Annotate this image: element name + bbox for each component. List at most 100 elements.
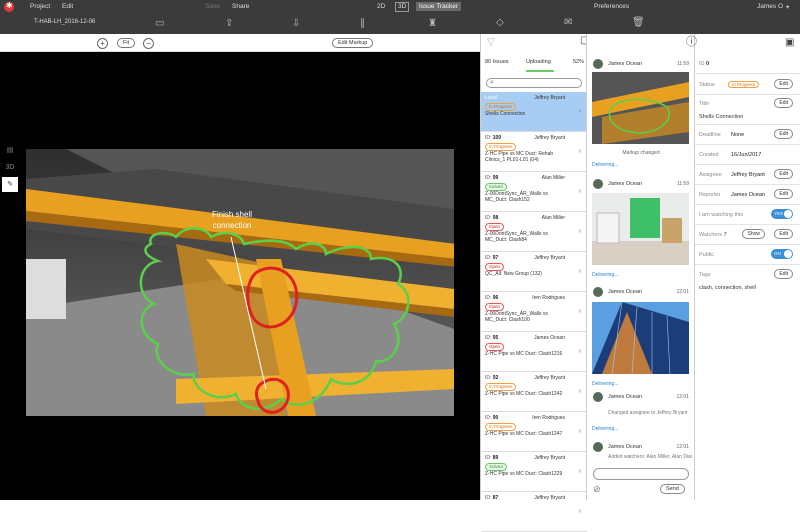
avatar: [593, 392, 603, 402]
photo-attachment[interactable]: [592, 193, 689, 265]
zoom-out-button[interactable]: −: [143, 38, 154, 49]
issue-row[interactable]: ID: 87 Jeffrey Bryant ›: [481, 492, 587, 532]
watching-label: I am watching this: [699, 212, 744, 218]
issue-id: 90: [492, 415, 499, 421]
issue-description: Z-HC Pipe vs MC Duct: Clash1247: [485, 431, 563, 437]
issue-row[interactable]: ID: 92 Jeffrey Bryant In Progress Z-HC Pipe…: [481, 372, 587, 412]
issue-assignee: Iren Rodrigues: [532, 415, 565, 421]
add-comment-icon[interactable]: ▭: [155, 19, 164, 29]
status-badge: In Progress: [728, 81, 760, 88]
issue-id: 97: [492, 255, 499, 261]
issue-list: Local Jeffrey Bryant In Progress Shells Con…: [481, 92, 587, 532]
show-watchers-button[interactable]: Show: [742, 229, 765, 239]
menu-share[interactable]: Share: [232, 3, 249, 10]
reporter-label: Reporter: [699, 192, 721, 198]
stamp-icon[interactable]: ♜: [428, 19, 437, 29]
menu-project[interactable]: Project: [30, 3, 50, 10]
send-button[interactable]: Send: [660, 484, 685, 494]
attach-icon[interactable]: ∥: [360, 19, 365, 29]
menu-preferences[interactable]: Preferences: [594, 3, 629, 10]
issue-assignee: Alan Miller: [541, 215, 565, 221]
issue-row[interactable]: ID: 99 Alan Miller Solved Z-00DontSync_AR_W…: [481, 172, 587, 212]
edit-watchers-button[interactable]: Edit: [774, 229, 793, 239]
tab-uploading[interactable]: Uploading: [526, 59, 551, 65]
status-badge: In Progress: [485, 383, 517, 391]
issue-toolbar: ◇ ✉ 🗑: [480, 14, 800, 34]
message-text: Changed assignee to Jeffrey Bryant: [608, 410, 688, 416]
chevron-down-icon[interactable]: ▾: [786, 3, 789, 11]
search-input[interactable]: ⌕: [486, 78, 582, 88]
public-label: Public: [699, 252, 714, 258]
message-time: 12:01: [676, 444, 689, 450]
photo-attachment[interactable]: [592, 302, 689, 374]
issue-row[interactable]: ID: 96 Iren Rodrigues Open Z-00DontSync_AR_…: [481, 292, 587, 332]
message-author: James Ocean: [608, 181, 642, 187]
attach-icon[interactable]: ⊘: [593, 484, 601, 495]
issue-row[interactable]: ID: 89 Jeffrey Bryant Solved Z-HC Pipe vs M…: [481, 452, 587, 492]
layers-icon[interactable]: ▤: [2, 143, 18, 158]
issue-id-wrap: ID: 90: [485, 415, 499, 421]
edit-markup-button[interactable]: Edit Markup: [332, 38, 374, 48]
delivery-status: Delivering...: [592, 272, 619, 278]
inbox-icon[interactable]: ✉: [564, 18, 572, 28]
upload-icon[interactable]: ⇪: [225, 19, 233, 29]
info-icon[interactable]: ⓘ: [686, 37, 697, 48]
markup-annotation-text: Finish shell connection: [211, 210, 252, 230]
issue-id: 92: [492, 375, 499, 381]
download-icon[interactable]: ⇩: [292, 19, 300, 29]
delivery-status: Delivering...: [592, 381, 619, 387]
zoom-in-button[interactable]: +: [97, 38, 108, 49]
issues-panel: ▽ ▢ 80 Issues Uploading 52% ⌕ Local Jeffr…: [480, 34, 589, 532]
view-3d-icon[interactable]: 3D: [2, 160, 18, 175]
message-caption: Markup changed: [622, 150, 660, 156]
id-value: 0: [706, 61, 710, 67]
issue-id-wrap: ID: 89: [485, 455, 499, 461]
issue-tracker-tab[interactable]: Issue Tracker: [416, 2, 462, 11]
fit-button[interactable]: Fit: [117, 38, 136, 48]
reporter-value: James Ocean: [731, 192, 765, 198]
watching-toggle[interactable]: YES: [771, 209, 793, 219]
issue-description: QC_All: New Group (132): [485, 271, 542, 277]
user-menu[interactable]: James O: [757, 3, 783, 10]
edit-status-button[interactable]: Edit: [774, 79, 793, 89]
mode-2d-button[interactable]: 2D: [377, 3, 385, 10]
app-logo-icon[interactable]: [4, 1, 14, 12]
issue-row[interactable]: ID: 97 Jeffrey Bryant Open QC_All: New Grou…: [481, 252, 587, 292]
search-icon: ⌕: [490, 79, 494, 86]
edit-assignee-button[interactable]: Edit: [774, 169, 793, 179]
edit-title-button[interactable]: Edit: [774, 98, 793, 108]
message-time: 11:59: [676, 181, 689, 187]
issue-assignee: Jeffrey Bryant: [534, 135, 565, 141]
issue-row[interactable]: ID: 98 Alan Miller Open Z-00DontSync_AR_Wal…: [481, 212, 587, 252]
edit-reporter-button[interactable]: Edit: [774, 189, 793, 199]
image-icon[interactable]: ▣: [785, 38, 794, 48]
message-input[interactable]: [593, 468, 689, 480]
trash-icon[interactable]: 🗑: [632, 18, 645, 28]
public-toggle[interactable]: ON: [771, 249, 793, 259]
status-badge: In Progress: [485, 423, 517, 431]
avatar: [593, 442, 603, 452]
issue-row[interactable]: ID: 100 Jeffrey Bryant In Progress Z-HC Pip…: [481, 132, 587, 172]
mode-3d-button[interactable]: 3D: [395, 2, 410, 12]
markup-pen-icon[interactable]: ✎: [2, 177, 18, 192]
menu-edit[interactable]: Edit: [62, 3, 73, 10]
tab-issues[interactable]: 80 Issues: [485, 59, 509, 65]
edit-tags-button[interactable]: Edit: [774, 269, 793, 279]
issue-description: Z-HC Pipe vs MC Duct: Clash1229: [485, 471, 563, 477]
issue-id-wrap: ID: 98: [485, 215, 499, 221]
issue-description: Z-00DontSync_AR_Walls vs MC_Duct: Clash8…: [485, 231, 548, 243]
tag-icon[interactable]: ◇: [496, 18, 504, 28]
issue-description: Shells Connection: [485, 111, 526, 117]
issue-description: Z-HC Pipe vs MC Duct: Clash1242: [485, 391, 563, 397]
issue-id: Local: [485, 95, 497, 101]
issue-id-wrap: ID: 96: [485, 295, 499, 301]
watchers-count: 7: [723, 232, 727, 238]
chevron-right-icon: ›: [578, 346, 581, 355]
menu-save[interactable]: Save: [205, 3, 220, 10]
issue-row[interactable]: ID: 90 Iren Rodrigues In Progress Z-HC Pipe…: [481, 412, 587, 452]
issue-row[interactable]: ID: 95 James Ocean Open Z-HC Pipe vs MC Duc…: [481, 332, 587, 372]
markup-thumbnail[interactable]: [592, 72, 689, 144]
filter-icon[interactable]: ▽: [487, 38, 495, 48]
edit-deadline-button[interactable]: Edit: [774, 129, 793, 139]
issue-row[interactable]: Local Jeffrey Bryant In Progress Shells Con…: [481, 92, 587, 132]
